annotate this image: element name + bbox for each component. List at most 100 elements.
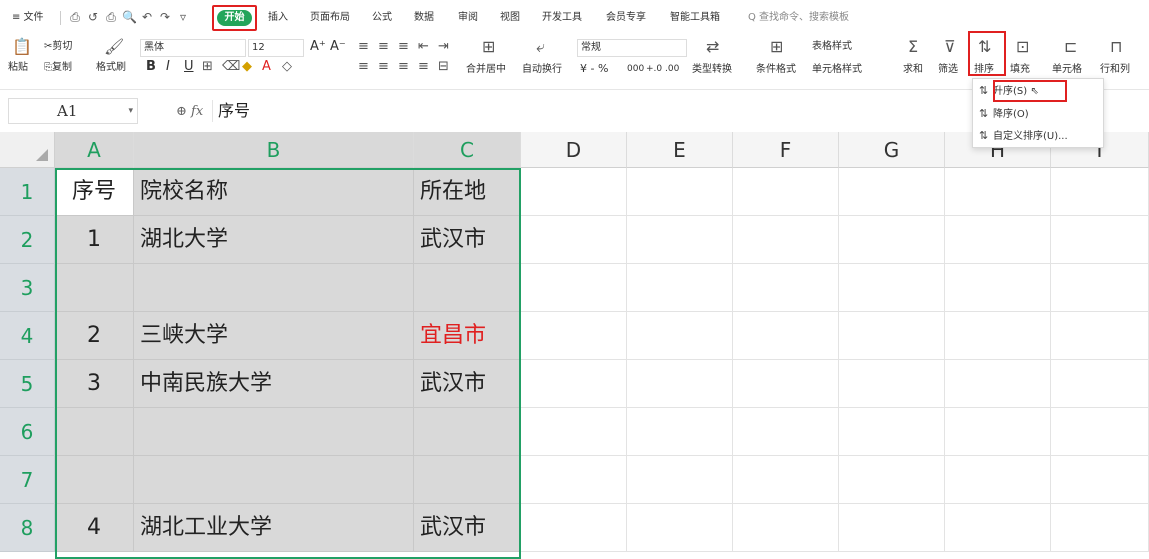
distribute-icon[interactable]: ⊟ <box>438 58 449 76</box>
history-icon[interactable]: ↺ <box>86 10 100 24</box>
column-header-b[interactable]: B <box>134 132 414 168</box>
cell-g2[interactable] <box>839 216 945 264</box>
select-all-corner[interactable] <box>0 132 55 168</box>
justify-icon[interactable]: ≡ <box>418 58 429 76</box>
column-header-d[interactable]: D <box>521 132 627 168</box>
cell-g1[interactable] <box>839 168 945 216</box>
cell-b4[interactable]: 三峡大学 <box>134 312 414 360</box>
border-icon[interactable]: ⊞ <box>202 58 213 76</box>
cell-b1[interactable]: 院校名称 <box>134 168 414 216</box>
fx-icon[interactable]: ⊕ fx <box>176 104 203 119</box>
filter-button[interactable]: 筛选 <box>938 63 958 77</box>
cell-f1[interactable] <box>733 168 839 216</box>
cell-g8[interactable] <box>839 504 945 552</box>
cell-a8[interactable]: 4 <box>55 504 134 552</box>
cell-d8[interactable] <box>521 504 627 552</box>
format-painter-button[interactable]: 格式刷 <box>96 61 126 75</box>
tab-insert[interactable]: 插入 <box>268 10 288 26</box>
cell-d1[interactable] <box>521 168 627 216</box>
cell-e5[interactable] <box>627 360 733 408</box>
cell-i2[interactable] <box>1051 216 1149 264</box>
row-header-2[interactable]: 2 <box>0 216 55 264</box>
currency-percent-button[interactable]: ¥ - % <box>580 62 608 76</box>
fill-button[interactable]: 填充 <box>1010 63 1030 77</box>
file-menu[interactable]: ≡ 文件 <box>12 10 44 26</box>
cell-h4[interactable] <box>945 312 1051 360</box>
sort-descending-item[interactable]: ⇅ 降序(O) <box>979 105 1029 123</box>
cell-d2[interactable] <box>521 216 627 264</box>
column-header-f[interactable]: F <box>733 132 839 168</box>
wrap-text-icon[interactable]: ⤶ <box>536 38 545 56</box>
eraser-icon[interactable]: ◇ <box>282 58 292 76</box>
cell-f3[interactable] <box>733 264 839 312</box>
cell-h6[interactable] <box>945 408 1051 456</box>
cell-e3[interactable] <box>627 264 733 312</box>
filter-icon[interactable]: ⊽ <box>944 38 956 56</box>
chevron-down-icon[interactable]: ▾ <box>128 99 133 123</box>
wrap-text-button[interactable]: 自动换行 <box>522 63 562 77</box>
cell-c2[interactable]: 武汉市 <box>414 216 521 264</box>
number-format-select[interactable]: 常规 <box>577 39 687 57</box>
command-search[interactable]: Q 查找命令、搜索模板 <box>748 10 849 26</box>
formula-input[interactable]: 序号 <box>218 99 250 123</box>
column-header-c[interactable]: C <box>414 132 521 168</box>
font-color-icon[interactable]: A <box>262 58 271 76</box>
row-column-button[interactable]: 行和列 <box>1100 63 1130 77</box>
cell-a2[interactable]: 1 <box>55 216 134 264</box>
cell-c3[interactable] <box>414 264 521 312</box>
cell-f7[interactable] <box>733 456 839 504</box>
merge-center-icon[interactable]: ⊞ <box>482 38 495 56</box>
cell-g7[interactable] <box>839 456 945 504</box>
cell-d7[interactable] <box>521 456 627 504</box>
cell-d5[interactable] <box>521 360 627 408</box>
font-size-select[interactable]: 12 <box>248 39 304 57</box>
align-right-icon[interactable]: ≡ <box>398 58 409 76</box>
cell-a7[interactable] <box>55 456 134 504</box>
conditional-format-icon[interactable]: ⊞ <box>770 38 783 56</box>
indent-increase-icon[interactable]: ⇥ <box>438 38 449 56</box>
fill-color-icon[interactable]: ◆ <box>242 58 252 76</box>
sum-icon[interactable]: Σ <box>908 38 918 56</box>
font-grow-button[interactable]: A⁺ <box>310 40 326 54</box>
cell-b3[interactable] <box>134 264 414 312</box>
cell-a1[interactable]: 序号 <box>55 168 134 216</box>
merge-center-button[interactable]: 合并居中 <box>466 63 506 77</box>
align-left-icon[interactable]: ≡ <box>358 58 369 76</box>
cell-h8[interactable] <box>945 504 1051 552</box>
cell-i5[interactable] <box>1051 360 1149 408</box>
cell-h3[interactable] <box>945 264 1051 312</box>
thousands-button[interactable]: 000 <box>627 62 644 76</box>
cell-b7[interactable] <box>134 456 414 504</box>
cell-i7[interactable] <box>1051 456 1149 504</box>
cell-a5[interactable]: 3 <box>55 360 134 408</box>
align-center-icon[interactable]: ≡ <box>378 58 389 76</box>
clear-format-icon[interactable]: ⌫ <box>222 58 240 76</box>
row-header-5[interactable]: 5 <box>0 360 55 408</box>
cell-f4[interactable] <box>733 312 839 360</box>
cell-button[interactable]: 单元格 <box>1052 63 1082 77</box>
tab-view[interactable]: 视图 <box>500 10 520 26</box>
cell-a3[interactable] <box>55 264 134 312</box>
type-convert-button[interactable]: 类型转换 <box>692 63 732 77</box>
indent-decrease-icon[interactable]: ⇤ <box>418 38 429 56</box>
paste-button[interactable]: 粘贴 <box>8 61 28 75</box>
align-bottom-icon[interactable]: ≡ <box>398 38 409 56</box>
cell-h2[interactable] <box>945 216 1051 264</box>
format-painter-icon[interactable]: 🖌 <box>104 38 124 56</box>
column-header-e[interactable]: E <box>627 132 733 168</box>
cell-b5[interactable]: 中南民族大学 <box>134 360 414 408</box>
cell-a6[interactable] <box>55 408 134 456</box>
cut-button[interactable]: ✂剪切 <box>44 40 72 54</box>
cell-h5[interactable] <box>945 360 1051 408</box>
row-header-7[interactable]: 7 <box>0 456 55 504</box>
cell-c6[interactable] <box>414 408 521 456</box>
cell-icon[interactable]: ⊏ <box>1064 38 1077 56</box>
column-header-a[interactable]: A <box>55 132 134 168</box>
font-name-select[interactable]: 黑体 <box>140 39 246 57</box>
cell-i8[interactable] <box>1051 504 1149 552</box>
redo-icon[interactable]: ↷ <box>158 10 172 24</box>
cell-c7[interactable] <box>414 456 521 504</box>
tab-member[interactable]: 会员专享 <box>606 10 646 26</box>
align-middle-icon[interactable]: ≡ <box>378 38 389 56</box>
cell-e1[interactable] <box>627 168 733 216</box>
